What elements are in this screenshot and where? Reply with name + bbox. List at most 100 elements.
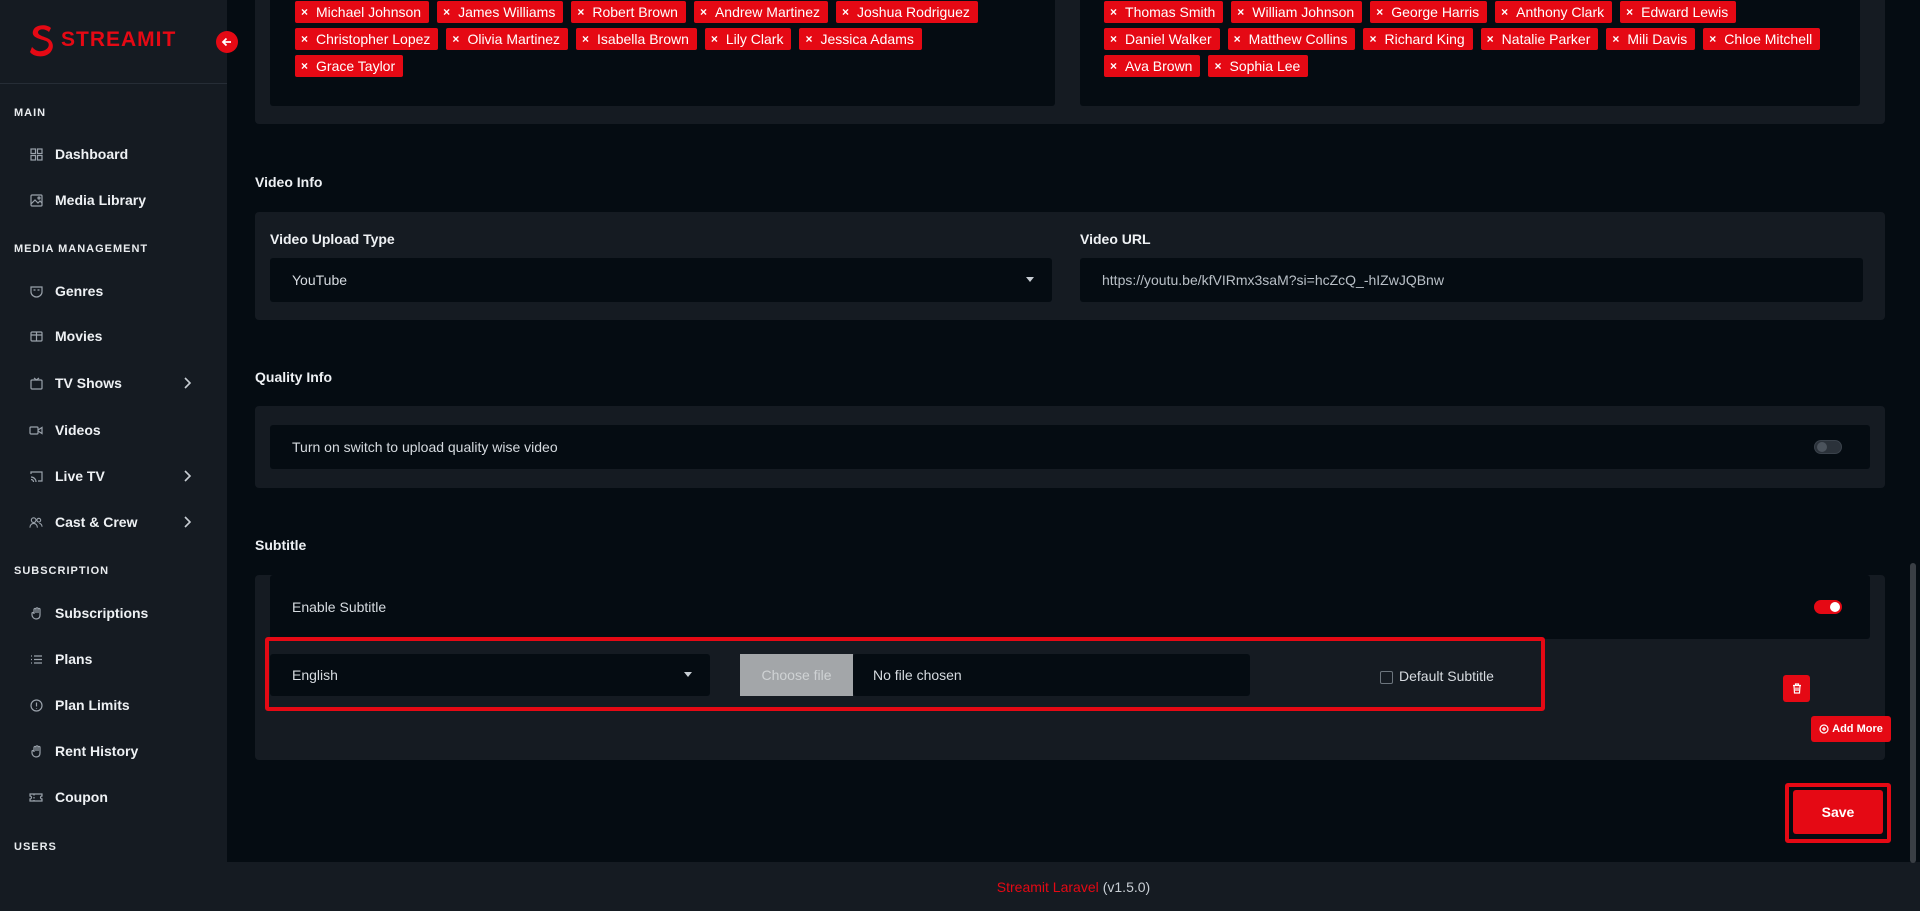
cast-tag-label: Grace Taylor: [316, 58, 396, 74]
remove-tag-icon[interactable]: ×: [301, 28, 308, 50]
sidebar-item-live-tv[interactable]: Live TV: [0, 456, 227, 496]
enable-subtitle-label: Enable Subtitle: [292, 599, 387, 615]
toggle-knob: [1830, 602, 1840, 612]
sidebar-item-label: Plan Limits: [55, 697, 130, 713]
hand-icon: [29, 744, 43, 758]
sidebar-collapse-button[interactable]: [216, 31, 238, 53]
remove-tag-icon[interactable]: ×: [1234, 28, 1241, 50]
remove-tag-icon[interactable]: ×: [1501, 1, 1508, 23]
remove-tag-icon[interactable]: ×: [582, 28, 589, 50]
trash-icon: [1792, 683, 1801, 694]
quality-toggle[interactable]: [1814, 440, 1842, 454]
remove-tag-icon[interactable]: ×: [1487, 28, 1494, 50]
sidebar-item-cast-crew[interactable]: Cast & Crew: [0, 502, 227, 542]
cast-tag: × Thomas Smith: [1104, 1, 1224, 23]
remove-tag-icon[interactable]: ×: [1110, 55, 1117, 77]
sidebar-item-rent-history[interactable]: Rent History: [0, 731, 227, 771]
remove-tag-icon[interactable]: ×: [301, 55, 308, 77]
page-scrollbar[interactable]: [1910, 563, 1916, 863]
cast-tag-label: Isabella Brown: [597, 31, 689, 47]
remove-tag-icon[interactable]: ×: [711, 28, 718, 50]
chevron-right-icon: [184, 470, 192, 482]
cast-tag: × Grace Taylor: [295, 55, 404, 77]
remove-tag-icon[interactable]: ×: [805, 28, 812, 50]
section-title-subscription: SUBSCRIPTION: [14, 565, 110, 577]
remove-tag-icon[interactable]: ×: [1376, 1, 1383, 23]
cast-tag-label: Thomas Smith: [1125, 4, 1216, 20]
remove-tag-icon[interactable]: ×: [842, 1, 849, 23]
sidebar-item-videos[interactable]: Videos: [0, 410, 227, 450]
cast-tag: × Lily Clark: [704, 28, 792, 50]
cast-tag: × Michael Johnson: [295, 1, 430, 23]
section-title-users: USERS: [14, 841, 57, 853]
remove-tag-icon[interactable]: ×: [577, 1, 584, 23]
ticket-icon: [29, 790, 43, 804]
remove-tag-icon[interactable]: ×: [1369, 28, 1376, 50]
caret-down-icon: [1026, 277, 1034, 282]
upload-type-value: YouTube: [292, 272, 348, 288]
cast-tag-label: Matthew Collins: [1248, 31, 1348, 47]
remove-tag-icon[interactable]: ×: [1626, 1, 1633, 23]
remove-tag-icon[interactable]: ×: [452, 28, 459, 50]
sidebar-item-label: Coupon: [55, 789, 108, 805]
sidebar-item-subscriptions[interactable]: Subscriptions: [0, 593, 227, 633]
remove-tag-icon[interactable]: ×: [700, 1, 707, 23]
sidebar-item-label: Cast & Crew: [55, 514, 138, 530]
cast-tag: × James Williams: [437, 1, 564, 23]
cast-tag-label: William Johnson: [1252, 4, 1355, 20]
cast-tag-label: Anthony Clark: [1516, 4, 1605, 20]
streamit-logo-icon: [30, 25, 53, 57]
upload-type-label: Video Upload Type: [270, 231, 395, 247]
remove-tag-icon[interactable]: ×: [1110, 1, 1117, 23]
sidebar-item-media-library[interactable]: Media Library: [0, 180, 227, 220]
upload-type-select[interactable]: YouTube: [270, 258, 1052, 302]
sidebar-item-coupon[interactable]: Coupon: [0, 777, 227, 817]
chevron-right-icon: [184, 516, 192, 528]
save-button[interactable]: Save: [1793, 790, 1883, 834]
film-icon: [29, 329, 43, 343]
tv-icon: [29, 376, 43, 390]
plus-circle-icon: [1819, 724, 1829, 734]
video-url-label: Video URL: [1080, 231, 1151, 247]
section-title-main: MAIN: [14, 107, 47, 119]
remove-tag-icon[interactable]: ×: [1110, 28, 1117, 50]
cast-tag: × Robert Brown: [571, 1, 686, 23]
delete-subtitle-button[interactable]: [1783, 675, 1810, 702]
sidebar-item-label: Rent History: [55, 743, 139, 759]
remove-tag-icon[interactable]: ×: [1214, 55, 1221, 77]
subtitle-toggle[interactable]: [1814, 600, 1842, 614]
sidebar-item-label: Plans: [55, 651, 93, 667]
sidebar-item-dashboard[interactable]: Dashboard: [0, 134, 227, 174]
cast-tag: × Isabella Brown: [576, 28, 697, 50]
brand-logo[interactable]: STREAMIT: [29, 23, 176, 57]
mask-icon: [29, 284, 43, 298]
sidebar-item-plans[interactable]: Plans: [0, 639, 227, 679]
cast-tag-label: Christopher Lopez: [316, 31, 431, 47]
cast-tag-label: Robert Brown: [592, 4, 678, 20]
add-more-button[interactable]: Add More: [1811, 716, 1891, 742]
remove-tag-icon[interactable]: ×: [301, 1, 308, 23]
cast-tag: × Joshua Rodriguez: [836, 1, 978, 23]
section-title-media-management: MEDIA MANAGEMENT: [14, 243, 149, 255]
remove-tag-icon[interactable]: ×: [443, 1, 450, 23]
video-url-input[interactable]: https://youtu.be/kfVIRmx3saM?si=hcZcQ_-h…: [1080, 258, 1863, 302]
footer-brand-link[interactable]: Streamit Laravel: [997, 879, 1099, 895]
main-content: × Michael Johnson × James Williams × Robert B…: [227, 0, 1920, 911]
video-url-value: https://youtu.be/kfVIRmx3saM?si=hcZcQ_-h…: [1102, 272, 1444, 288]
list-icon: [29, 652, 43, 666]
remove-tag-icon[interactable]: ×: [1709, 28, 1716, 50]
quality-switch-row: Turn on switch to upload quality wise vi…: [270, 425, 1870, 469]
sidebar-item-label: Dashboard: [55, 146, 129, 162]
sidebar-item-label: Media Library: [55, 192, 147, 208]
cast-tag: × Andrew Martinez: [693, 1, 828, 23]
remove-tag-icon[interactable]: ×: [1612, 28, 1619, 50]
sidebar-item-plan-limits[interactable]: Plan Limits: [0, 685, 227, 725]
sidebar-item-movies[interactable]: Movies: [0, 316, 227, 356]
quality-switch-label: Turn on switch to upload quality wise vi…: [292, 439, 558, 455]
sidebar-item-tv-shows[interactable]: TV Shows: [0, 363, 227, 403]
cast-tag: × Edward Lewis: [1620, 1, 1737, 23]
sidebar-item-genres[interactable]: Genres: [0, 271, 227, 311]
remove-tag-icon[interactable]: ×: [1237, 1, 1244, 23]
sidebar-item-label: TV Shows: [55, 375, 122, 391]
subtitle-title: Subtitle: [255, 537, 307, 553]
